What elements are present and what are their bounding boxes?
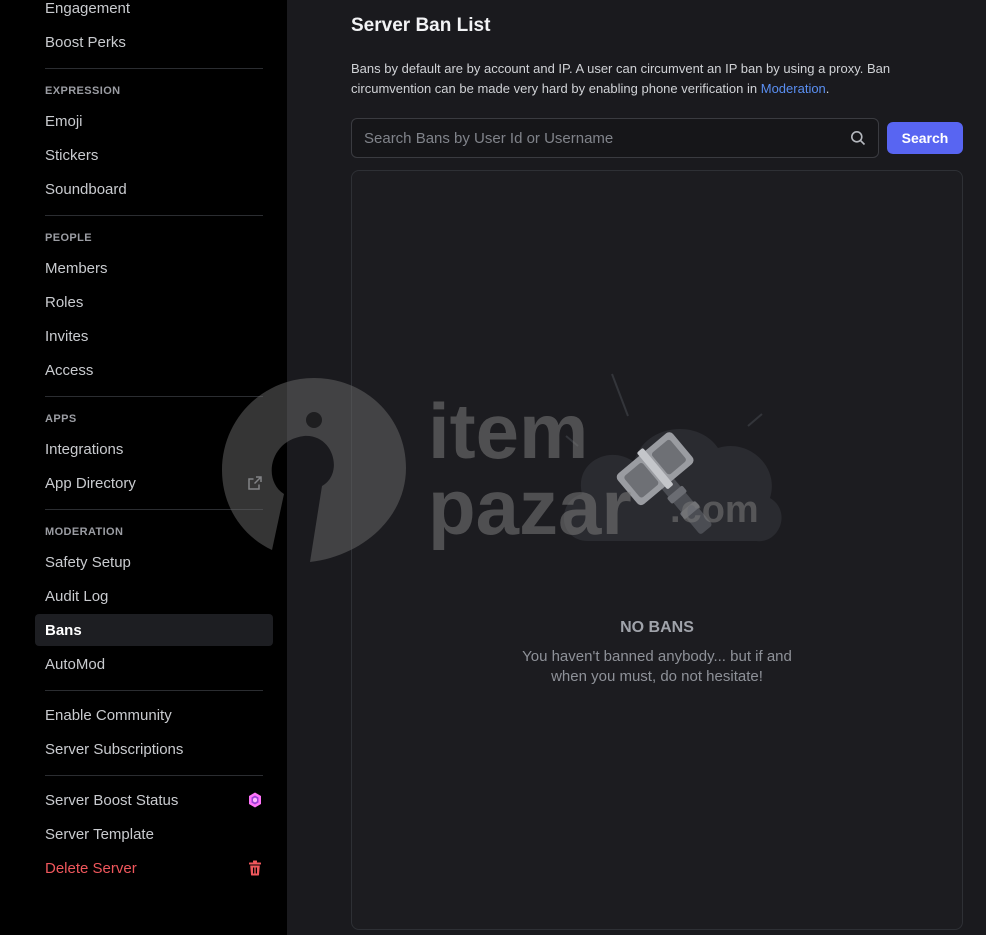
empty-state-title: NO BANS (620, 619, 694, 636)
sidebar-divider (45, 690, 263, 691)
sidebar-item-emoji[interactable]: Emoji (35, 105, 273, 137)
sidebar-divider (45, 215, 263, 216)
search-box (351, 118, 879, 158)
sidebar-item-server-template[interactable]: Server Template (35, 818, 273, 850)
sidebar-item-access[interactable]: Access (35, 354, 273, 386)
sidebar-item-enable-community[interactable]: Enable Community (35, 699, 273, 731)
sidebar-item-label: Bans (45, 621, 82, 639)
page-title: Server Ban List (351, 15, 491, 36)
sidebar-item-label: Soundboard (45, 180, 127, 198)
description-end: . (825, 81, 830, 96)
section-heading-people: PEOPLE (45, 232, 93, 244)
sidebar-divider (45, 68, 263, 69)
ban-hammer-illustration (548, 366, 784, 571)
sidebar-item-label: Access (45, 361, 94, 379)
sidebar-divider (45, 775, 263, 776)
section-heading-apps: APPS (45, 413, 77, 425)
sidebar-item-engagement[interactable]: Engagement (35, 0, 273, 24)
sidebar-item-label: Members (45, 259, 108, 277)
sidebar-item-label: Stickers (45, 146, 99, 164)
external-link-icon (247, 475, 263, 491)
sidebar-item-label: Engagement (45, 0, 131, 17)
sidebar-item-label: Boost Perks (45, 33, 126, 51)
sidebar-item-roles[interactable]: Roles (35, 286, 273, 318)
sidebar-item-members[interactable]: Members (35, 252, 273, 284)
sidebar-item-audit-log[interactable]: Audit Log (35, 580, 273, 612)
sidebar-item-label: Roles (45, 293, 84, 311)
ban-list-content: Server Ban List Bans by default are by a… (287, 0, 986, 935)
sidebar-item-label: App Directory (45, 474, 136, 492)
sidebar-item-label: Enable Community (45, 706, 172, 724)
sidebar-item-stickers[interactable]: Stickers (35, 139, 273, 171)
sidebar-item-server-boost-status[interactable]: Server Boost Status (35, 784, 273, 816)
sidebar-item-soundboard[interactable]: Soundboard (35, 173, 273, 205)
sidebar-item-label: Safety Setup (45, 553, 131, 571)
search-input[interactable] (364, 129, 850, 147)
sidebar-item-server-subscriptions[interactable]: Server Subscriptions (35, 733, 273, 765)
section-heading-expression: EXPRESSION (45, 85, 121, 97)
empty-state-subtitle: You haven't banned anybody... but if and… (522, 648, 792, 685)
sidebar-item-label: Server Subscriptions (45, 740, 184, 758)
sidebar-item-delete-server[interactable]: Delete Server (35, 852, 273, 884)
search-icon[interactable] (850, 130, 866, 146)
sidebar-item-label: AutoMod (45, 655, 106, 673)
page-description: Bans by default are by account and IP. A… (351, 59, 921, 99)
sidebar-item-label: Emoji (45, 112, 83, 130)
sidebar-item-label: Integrations (45, 440, 124, 458)
sidebar-item-label: Invites (45, 327, 89, 345)
ban-list-panel: NO BANS You haven't banned anybody... bu… (351, 170, 963, 930)
sidebar-divider (45, 396, 263, 397)
section-heading-moderation: MODERATION (45, 526, 124, 538)
sidebar-item-boost-perks[interactable]: Boost Perks (35, 26, 273, 58)
sidebar-item-label: Delete Server (45, 859, 137, 877)
sidebar-item-safety-setup[interactable]: Safety Setup (35, 546, 273, 578)
trash-icon (247, 860, 263, 876)
settings-sidebar: Engagement Boost Perks EXPRESSION Emoji … (0, 0, 287, 935)
sidebar-item-automod[interactable]: AutoMod (35, 648, 273, 680)
sidebar-item-app-directory[interactable]: App Directory (35, 467, 273, 499)
sidebar-item-integrations[interactable]: Integrations (35, 433, 273, 465)
moderation-link[interactable]: Moderation (761, 81, 826, 96)
sidebar-item-label: Server Boost Status (45, 791, 179, 809)
sidebar-item-label: Audit Log (45, 587, 109, 605)
sidebar-item-label: Server Template (45, 825, 154, 843)
boost-gem-icon (247, 792, 263, 808)
sidebar-item-bans[interactable]: Bans (35, 614, 273, 646)
sidebar-divider (45, 509, 263, 510)
sidebar-item-invites[interactable]: Invites (35, 320, 273, 352)
search-button[interactable]: Search (887, 122, 963, 154)
